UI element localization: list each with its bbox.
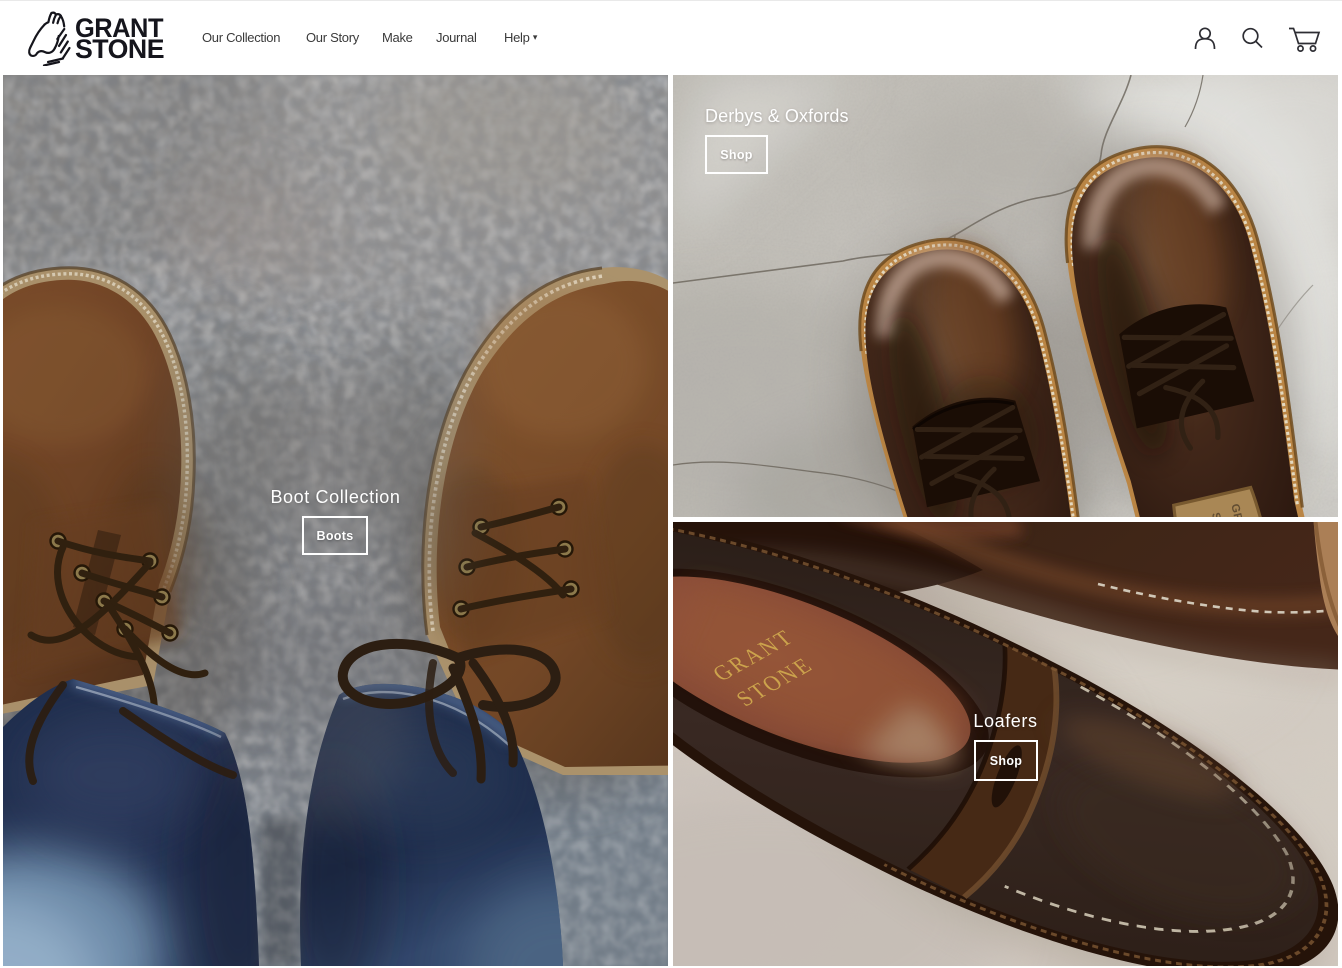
svg-text:STONE: STONE — [75, 34, 164, 64]
